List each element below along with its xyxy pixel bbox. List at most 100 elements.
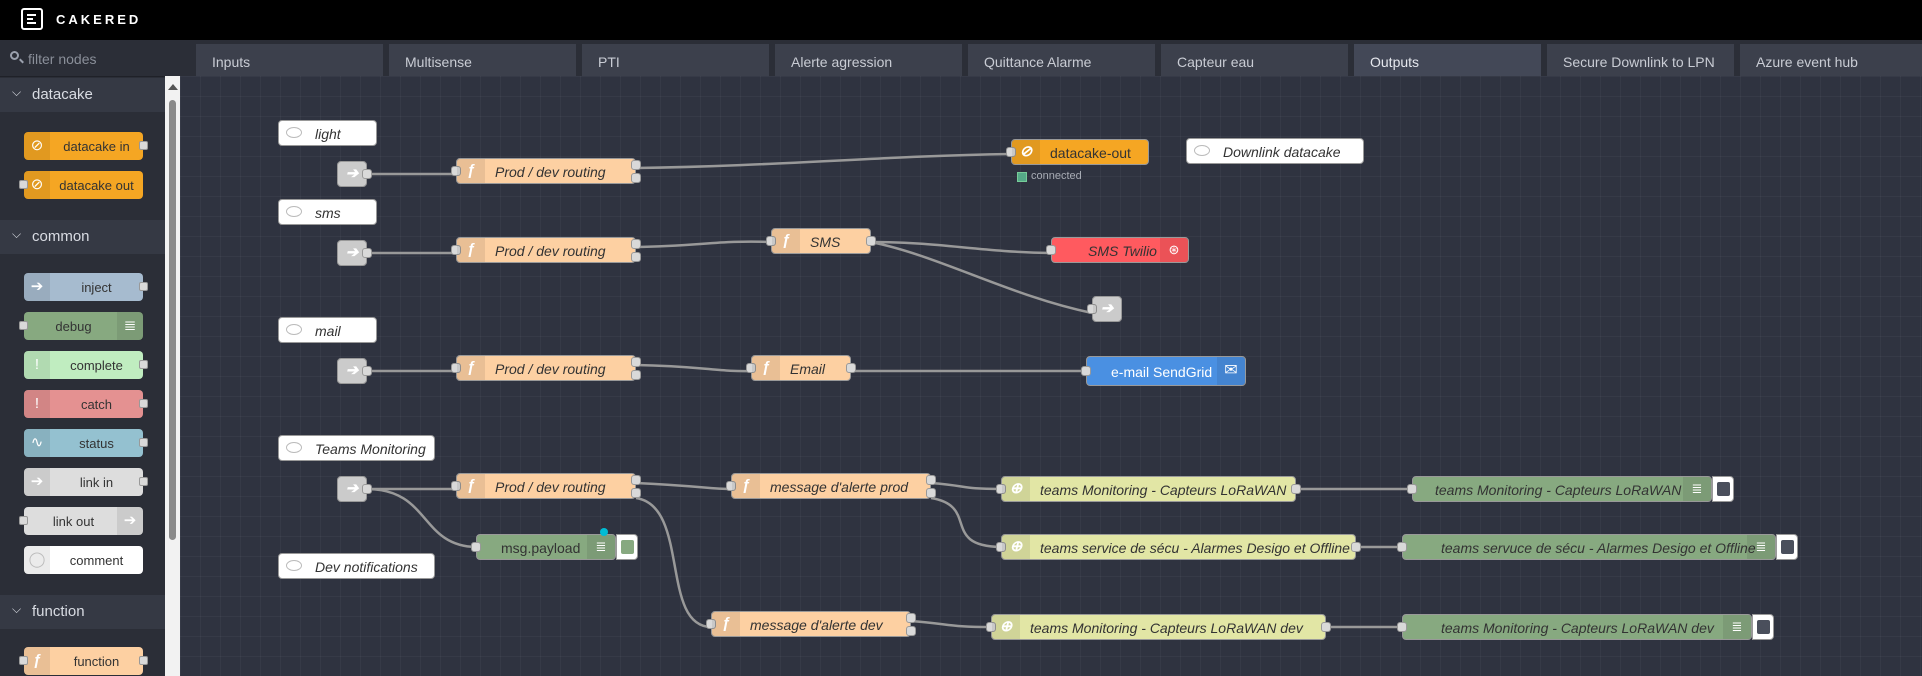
comment-teams-monitoring[interactable]: Teams Monitoring bbox=[278, 435, 435, 461]
tab-capteur-eau[interactable]: Capteur eau bbox=[1161, 44, 1348, 76]
category-function[interactable]: ⌵ function bbox=[0, 595, 165, 629]
category-common[interactable]: ⌵ common bbox=[0, 220, 165, 254]
palette-node-datacake-out[interactable]: ⊘ datacake out bbox=[19, 171, 143, 199]
debug-node-monitoring-dev[interactable]: teams Monitoring - Capteurs LoRaWAN dev … bbox=[1397, 614, 1752, 640]
input-port[interactable] bbox=[1397, 622, 1407, 632]
wire bbox=[910, 619, 992, 629]
teams-node-service-secu[interactable]: ⊕ teams service de sécu - Alarmes Desigo… bbox=[996, 534, 1361, 560]
palette-node-catch[interactable]: ! catch bbox=[24, 390, 148, 418]
palette-node-comment[interactable]: ◯ comment bbox=[24, 546, 143, 574]
palette-node-status[interactable]: ∿ status bbox=[24, 429, 148, 457]
link-in-node-teams[interactable]: ➔ bbox=[337, 476, 372, 502]
link-arrow-icon: ➔ bbox=[1093, 297, 1121, 321]
tab-multisense[interactable]: Multisense bbox=[389, 44, 576, 76]
comment-sms[interactable]: sms bbox=[278, 199, 377, 225]
node-label: Prod / dev routing bbox=[495, 164, 606, 180]
filter-nodes-input[interactable] bbox=[26, 48, 160, 70]
output-port[interactable] bbox=[631, 173, 641, 183]
output-port[interactable] bbox=[362, 169, 372, 179]
comment-downlink-datacake[interactable]: Downlink datacake bbox=[1186, 138, 1364, 164]
output-port[interactable] bbox=[362, 366, 372, 376]
tab-alerte-agression[interactable]: Alerte agression bbox=[775, 44, 962, 76]
category-datacake[interactable]: ⌵ datacake bbox=[0, 78, 165, 112]
output-port[interactable] bbox=[631, 357, 641, 367]
tab-outputs[interactable]: Outputs bbox=[1354, 44, 1541, 76]
tab-inputs[interactable]: Inputs bbox=[196, 44, 383, 76]
function-node-message-alerte-prod[interactable]: ƒ message d'alerte prod bbox=[726, 473, 936, 499]
debug-toggle-button[interactable] bbox=[1776, 534, 1798, 560]
scroll-up-arrow-icon[interactable] bbox=[168, 84, 178, 90]
palette-node-debug[interactable]: debug ≣ bbox=[19, 312, 143, 340]
tab-pti[interactable]: PTI bbox=[582, 44, 769, 76]
palette-scrollbar[interactable] bbox=[165, 76, 180, 676]
palette-node-complete[interactable]: ! complete bbox=[24, 351, 148, 379]
tab-azure-event-hub[interactable]: Azure event hub bbox=[1740, 44, 1922, 76]
teams-node-monitoring-prod[interactable]: ⊕ teams Monitoring - Capteurs LoRaWAN bbox=[996, 476, 1301, 502]
comment-dev-notifications[interactable]: Dev notifications bbox=[278, 553, 435, 579]
debug-toggle-button[interactable] bbox=[616, 534, 638, 560]
output-port[interactable] bbox=[631, 488, 641, 498]
output-port[interactable] bbox=[1321, 622, 1331, 632]
output-port[interactable] bbox=[1351, 542, 1361, 552]
output-port[interactable] bbox=[631, 370, 641, 380]
exclamation-icon: ! bbox=[24, 390, 50, 418]
output-port[interactable] bbox=[1291, 484, 1301, 494]
app-title: CAKERED bbox=[56, 12, 142, 27]
teams-node-monitoring-dev[interactable]: ⊕ teams Monitoring - Capteurs LoRaWAN de… bbox=[986, 614, 1331, 640]
output-port[interactable] bbox=[906, 613, 916, 623]
input-port[interactable] bbox=[1407, 484, 1417, 494]
input-port[interactable] bbox=[1046, 245, 1056, 255]
debug-toggle-button[interactable] bbox=[1712, 476, 1734, 502]
output-port[interactable] bbox=[926, 475, 936, 485]
sms-twilio-node[interactable]: SMS Twilio ⊛ bbox=[1046, 237, 1189, 263]
function-node-message-alerte-dev[interactable]: ƒ message d'alerte dev bbox=[706, 611, 916, 637]
palette-node-function[interactable]: ƒ function bbox=[19, 647, 148, 675]
debug-toggle-button[interactable] bbox=[1752, 614, 1774, 640]
output-port[interactable] bbox=[631, 475, 641, 485]
scrollbar-thumb[interactable] bbox=[169, 100, 176, 540]
input-port[interactable] bbox=[1081, 366, 1091, 376]
palette-node-label: inject bbox=[81, 280, 112, 295]
debug-list-icon: ≣ bbox=[1723, 615, 1751, 639]
tab-quittance-alarme[interactable]: Quittance Alarme bbox=[968, 44, 1155, 76]
tab-overflow[interactable] bbox=[1908, 44, 1916, 76]
category-label: datacake bbox=[32, 86, 93, 103]
debug-node-msg-payload[interactable]: msg.payload ≣ bbox=[471, 534, 616, 560]
comment-mail[interactable]: mail bbox=[278, 317, 377, 343]
output-port[interactable] bbox=[926, 488, 936, 498]
output-port[interactable] bbox=[631, 160, 641, 170]
input-port[interactable] bbox=[471, 542, 481, 552]
function-node-routing-mail[interactable]: ƒ Prod / dev routing bbox=[451, 355, 641, 381]
chevron-down-icon: ⌵ bbox=[12, 85, 22, 99]
output-port[interactable] bbox=[846, 363, 856, 373]
output-port[interactable] bbox=[631, 252, 641, 262]
debug-node-monitoring-prod[interactable]: teams Monitoring - Capteurs LoRaWAN ≣ bbox=[1407, 476, 1712, 502]
flow-canvas[interactable]: light sms mail Teams Monitoring Dev noti… bbox=[180, 76, 1922, 676]
debug-node-service-secu[interactable]: teams servuce de sécu - Alarmes Desigo e… bbox=[1397, 534, 1776, 560]
output-port[interactable] bbox=[631, 239, 641, 249]
function-node-routing-sms[interactable]: ƒ Prod / dev routing bbox=[451, 237, 641, 263]
function-node-email[interactable]: ƒ Email bbox=[746, 355, 856, 381]
comment-bubble-icon bbox=[1194, 145, 1210, 156]
output-port[interactable] bbox=[362, 484, 372, 494]
link-in-node-light[interactable]: ➔ bbox=[337, 161, 372, 187]
link-in-node-sms[interactable]: ➔ bbox=[337, 240, 372, 266]
function-node-sms[interactable]: ƒ SMS bbox=[766, 228, 876, 254]
link-in-node-mail[interactable]: ➔ bbox=[337, 358, 372, 384]
comment-light[interactable]: light bbox=[278, 120, 377, 146]
palette-node-link-in[interactable]: ➔ link in bbox=[24, 468, 148, 496]
palette-node-link-out[interactable]: link out ➔ bbox=[19, 507, 143, 535]
function-node-routing-teams[interactable]: ƒ Prod / dev routing bbox=[451, 473, 641, 499]
email-sendgrid-node[interactable]: e-mail SendGrid ✉ bbox=[1081, 356, 1246, 386]
input-port[interactable] bbox=[1397, 542, 1407, 552]
output-port[interactable] bbox=[362, 248, 372, 258]
output-port[interactable] bbox=[866, 236, 876, 246]
palette-node-datacake-in[interactable]: ⊘ datacake in bbox=[24, 132, 148, 160]
function-node-routing-light[interactable]: ƒ Prod / dev routing bbox=[451, 158, 641, 184]
palette-node-label: datacake in bbox=[63, 139, 130, 154]
datacake-out-node[interactable]: ⊘ datacake-out bbox=[1006, 139, 1149, 165]
tab-secure-downlink[interactable]: Secure Downlink to LPN bbox=[1547, 44, 1734, 76]
link-out-node-sms[interactable]: ➔ bbox=[1087, 296, 1122, 322]
palette-node-inject[interactable]: ➔ inject bbox=[24, 273, 148, 301]
output-port[interactable] bbox=[906, 626, 916, 636]
